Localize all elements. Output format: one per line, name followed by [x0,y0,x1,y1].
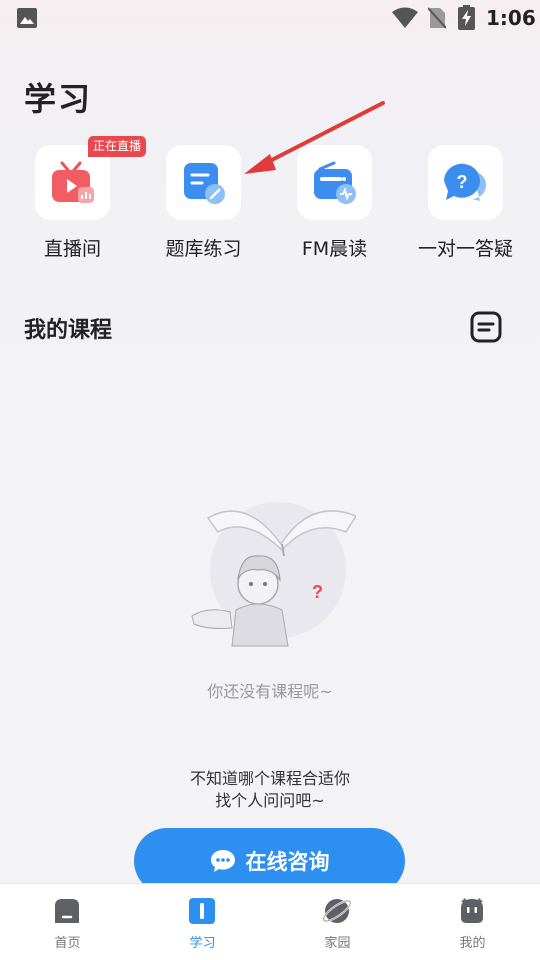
chat-bubble-icon [210,850,235,872]
entry-label: 题库练习 [165,238,242,260]
hint-line-1: 不知道哪个课程合适你 [189,769,350,788]
profile-icon [461,898,483,923]
tab-home[interactable]: 首页 [0,884,135,960]
consult-hint: 不知道哪个课程合适你 找个人问问吧~ [0,768,540,812]
planet-icon [322,899,352,923]
bottom-tab-bar: 首页 学习 家园 我的 [0,883,540,960]
svg-text:?: ? [312,582,323,602]
course-list-icon[interactable] [470,311,502,343]
empty-state-text: 你还没有课程呢~ [207,682,333,701]
wifi-icon [392,7,418,28]
battery-charging-icon [458,5,475,30]
tab-label: 首页 [54,936,81,951]
qa-tile[interactable]: ? [428,145,503,220]
status-time: 1:06 [486,6,536,30]
question-bank-icon [183,162,225,204]
no-sim-icon [428,7,446,29]
consult-label: 在线咨询 [245,850,330,874]
entry-label: 直播间 [43,238,101,260]
qa-chat-icon: ? [443,163,486,201]
empty-state-illustration: ? [191,502,356,647]
entry-live-room[interactable]: 直播间 [5,145,135,265]
image-icon [17,8,37,28]
page-title: 学习 [24,80,93,118]
svg-text:?: ? [456,172,467,192]
live-tv-icon [51,161,94,203]
my-courses-title: 我的课程 [24,318,113,343]
status-bar: 1:06 [0,0,540,36]
tab-label: 学习 [189,936,216,951]
tab-label: 我的 [459,936,486,951]
entry-label: FM晨读 [301,238,368,260]
tab-community[interactable]: 家园 [270,884,405,960]
home-icon [55,899,79,923]
book-icon [189,898,215,924]
hint-line-2: 找个人问问吧~ [215,791,325,810]
tab-me[interactable]: 我的 [405,884,540,960]
tab-study[interactable]: 学习 [135,884,270,960]
entry-one-on-one-qa[interactable]: ? 一对一答疑 [398,145,528,265]
question-bank-tile[interactable] [166,145,241,220]
annotation-arrow [244,101,385,174]
entry-label: 一对一答疑 [417,238,513,260]
tab-label: 家园 [324,936,351,951]
